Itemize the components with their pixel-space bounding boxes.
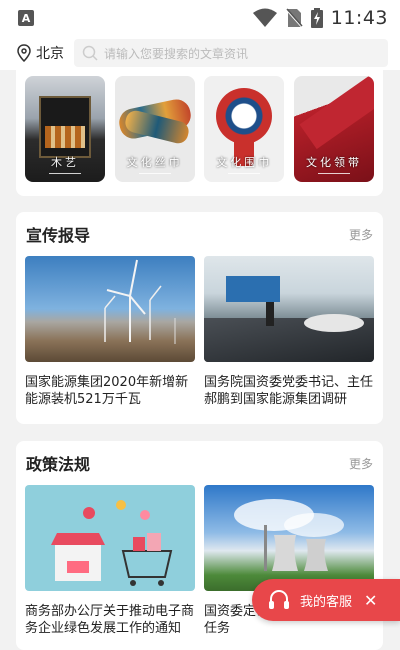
location-city: 北京 xyxy=(36,46,64,62)
category-item-wood-art[interactable]: 木艺 xyxy=(25,76,105,182)
more-link[interactable]: 更多 xyxy=(349,226,373,243)
section-title: 宣传报导 xyxy=(26,226,91,245)
news-item[interactable]: 商务部办公厅关于推动电子商务企业绿色发展工作的通知 xyxy=(25,485,195,637)
search-input[interactable]: 请输入您要搜索的文章资讯 xyxy=(74,39,388,67)
close-icon[interactable]: ✕ xyxy=(364,591,377,610)
category-label: 文化领带 xyxy=(294,154,374,174)
customer-service-label: 我的客服 xyxy=(300,594,353,610)
clock: 11:43 xyxy=(330,7,388,29)
status-bar: A 11:43 xyxy=(0,0,400,36)
news-image-cooling-towers xyxy=(204,485,374,591)
headset-icon xyxy=(269,590,289,609)
battery-charging-icon xyxy=(310,8,323,28)
news-title: 国务院国资委党委书记、主任郝鹏到国家能源集团调研 xyxy=(204,375,374,407)
top-bar: 北京 请输入您要搜索的文章资讯 xyxy=(0,36,400,70)
more-link[interactable]: 更多 xyxy=(349,455,373,472)
wifi-icon xyxy=(252,8,277,27)
news-item[interactable]: 国家能源集团2020年新增新能源装机521万千瓦 xyxy=(25,256,195,408)
section-publicity: 宣传报导 更多 国家能源集团2020年新增新能源装机521万千瓦 国务院国资委党… xyxy=(16,212,383,424)
news-item[interactable]: 国务院国资委党委书记、主任郝鹏到国家能源集团调研 xyxy=(204,256,374,408)
category-item-culture-tie[interactable]: 文化领带 xyxy=(293,76,374,182)
category-label: 文化丝巾 xyxy=(115,154,195,174)
news-title: 国家能源集团2020年新增新能源装机521万千瓦 xyxy=(25,375,189,407)
news-image-ecommerce xyxy=(25,485,195,591)
category-label: 文化围巾 xyxy=(204,154,284,174)
section-title: 政策法规 xyxy=(26,455,91,474)
app-notification-icon: A xyxy=(18,10,34,26)
news-image-wind-turbines xyxy=(25,256,195,362)
search-placeholder: 请输入您要搜索的文章资讯 xyxy=(104,46,249,61)
news-image-meeting xyxy=(204,256,374,362)
category-card: 木艺 文化丝巾 文化围巾 文化领带 xyxy=(16,70,383,196)
category-item-silk-scarf[interactable]: 文化丝巾 xyxy=(114,76,195,182)
search-icon xyxy=(82,45,98,61)
news-title: 商务部办公厅关于推动电子商务企业绿色发展工作的通知 xyxy=(25,604,195,636)
location-selector[interactable]: 北京 xyxy=(16,43,64,63)
map-pin-icon xyxy=(17,44,31,62)
customer-service-button[interactable]: 我的客服 ✕ xyxy=(252,579,400,621)
category-label: 木艺 xyxy=(25,154,105,174)
no-sim-icon xyxy=(284,8,303,28)
category-item-culture-scarf[interactable]: 文化围巾 xyxy=(204,76,285,182)
